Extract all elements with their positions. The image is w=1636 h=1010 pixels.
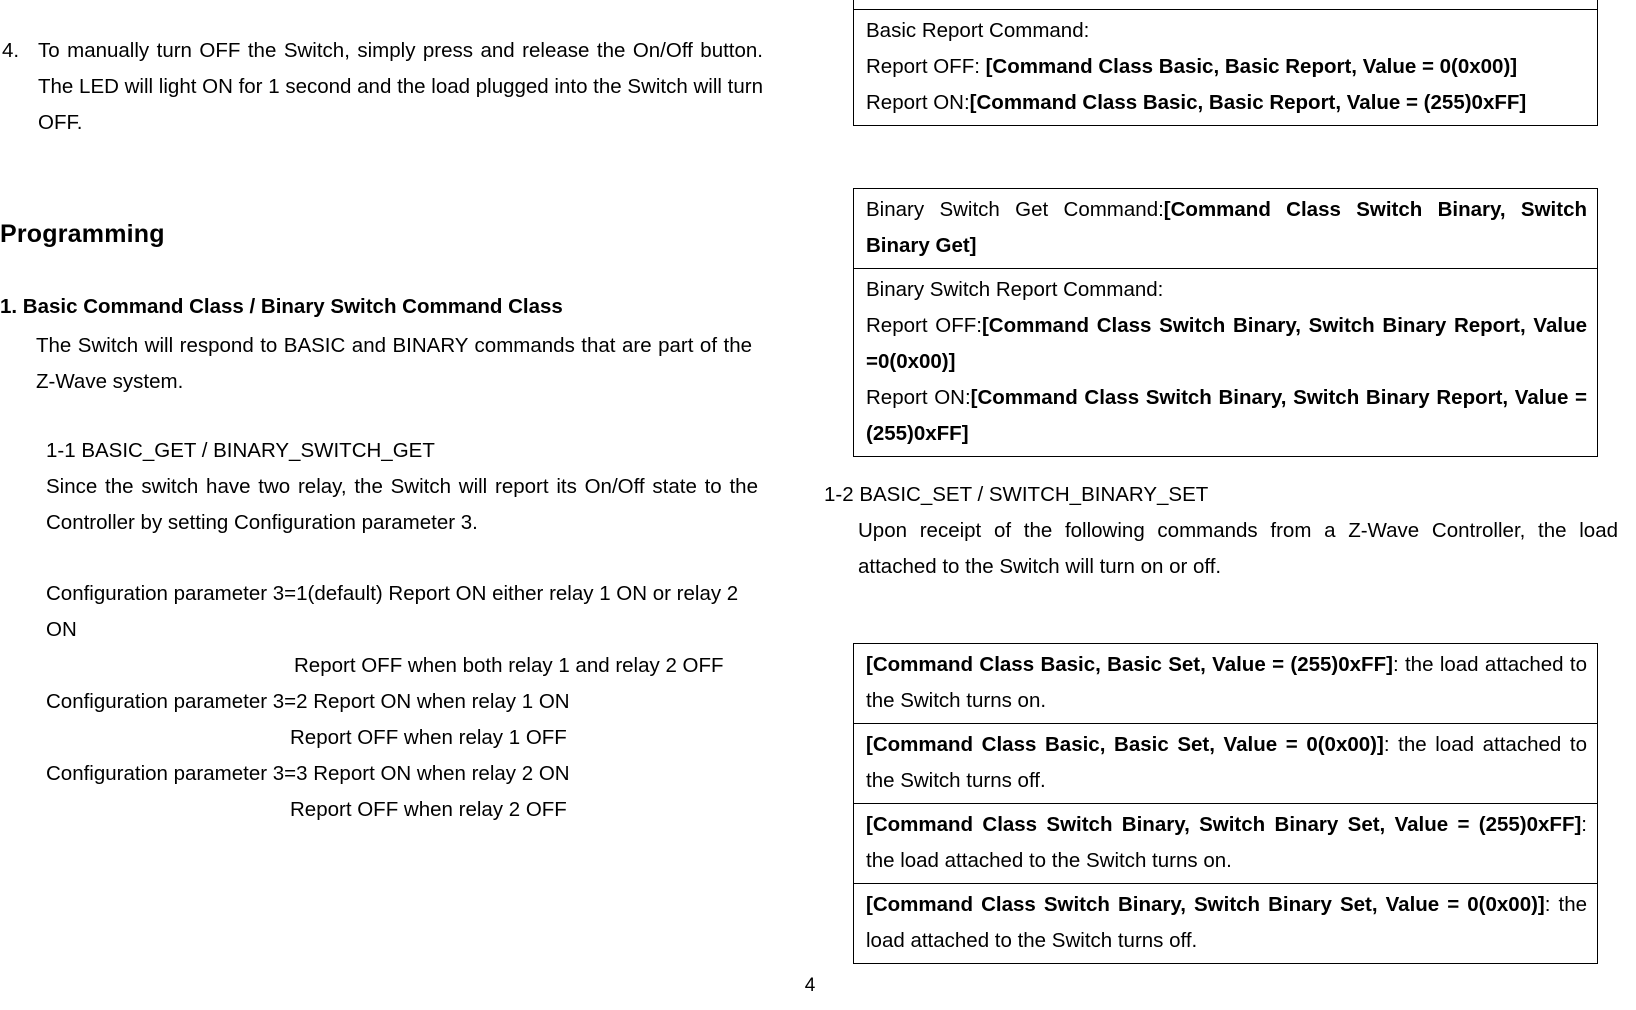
table-row: Binary Switch Get Command:[Command Class… (853, 188, 1598, 269)
config-line-5: Report OFF when relay 1 OFF (290, 726, 567, 749)
config-line-2: ON (46, 618, 77, 641)
page-number: 4 (0, 974, 1636, 998)
subsection-1-1-paragraph: Since the switch have two relay, the Swi… (46, 475, 758, 534)
config-line-6: Configuration parameter 3=3 Report ON wh… (46, 762, 570, 785)
left-column: 4. To manually turn OFF the Switch, simp… (0, 0, 790, 1010)
config-parameter-block: Configuration parameter 3=1(default) Rep… (0, 576, 790, 828)
binary-report-title: Binary Switch Report Command: (866, 278, 1164, 301)
config-line-4: Configuration parameter 3=2 Report ON wh… (46, 690, 570, 713)
subsection-1-2: 1-2 BASIC_SET / SWITCH_BINARY_SET Upon r… (818, 477, 1636, 585)
set-command-1: [Command Class Basic, Basic Set, Value =… (866, 653, 1393, 676)
basic-get-cell: Basic Get Command: [Command Class Basic,… (853, 0, 1598, 10)
basic-report-off-label: Report OFF: (866, 55, 986, 78)
binary-report-off-line: Report OFF:[Command Class Switch Binary,… (866, 308, 1587, 380)
basic-report-title: Basic Report Command: (866, 19, 1090, 42)
basic-report-on-line: Report ON:[Command Class Basic, Basic Re… (866, 85, 1587, 121)
binary-report-on-label: Report ON: (866, 386, 971, 409)
set-command-2: [Command Class Basic, Basic Set, Value =… (866, 733, 1384, 756)
basic-report-off-line: Report OFF: [Command Class Basic, Basic … (866, 49, 1587, 85)
table-row: [Command Class Basic, Basic Set, Value =… (853, 723, 1598, 804)
item-number: 4. (2, 39, 20, 62)
config-line-1: Configuration parameter 3=1(default) Rep… (46, 582, 739, 605)
set-cell-3: [Command Class Switch Binary, Switch Bin… (853, 803, 1598, 884)
config-line-7: Report OFF when relay 2 OFF (290, 798, 567, 821)
section-1-heading: 1. Basic Command Class / Binary Switch C… (0, 295, 563, 318)
binary-report-on-line: Report ON:[Command Class Switch Binary, … (866, 380, 1587, 452)
subsection-1-1-heading: 1-1 BASIC_GET / BINARY_SWITCH_GET (46, 439, 435, 462)
table-row: [Command Class Basic, Basic Set, Value =… (853, 643, 1598, 724)
basic-report-on-command: [Command Class Basic, Basic Report, Valu… (969, 91, 1527, 114)
item-text: To manually turn OFF the Switch, simply … (38, 39, 763, 134)
subsection-1-2-paragraph: Upon receipt of the following commands f… (858, 519, 1618, 578)
binary-report-off-label: Report OFF: (866, 314, 982, 337)
set-cell-1: [Command Class Basic, Basic Set, Value =… (853, 643, 1598, 724)
right-column: Basic Get Command: [Command Class Basic,… (818, 0, 1636, 1010)
table-row: Basic Get Command: [Command Class Basic,… (853, 0, 1598, 10)
config-line-3: Report OFF when both relay 1 and relay 2… (294, 654, 724, 677)
numbered-item-4: 4. To manually turn OFF the Switch, simp… (0, 33, 768, 141)
set-command-4: [Command Class Switch Binary, Switch Bin… (866, 893, 1545, 916)
binary-report-on-command: [Command Class Switch Binary, Switch Bin… (866, 386, 1588, 445)
section-1: 1. Basic Command Class / Binary Switch C… (0, 292, 760, 400)
basic-set-command-table: [Command Class Basic, Basic Set, Value =… (853, 643, 1598, 964)
binary-switch-command-table: Binary Switch Get Command: [Command Class… (853, 188, 1598, 457)
basic-report-on-label: Report ON: (866, 91, 970, 114)
binary-get-cell: Binary Switch Get Command:[Command Class… (853, 188, 1598, 269)
page-title: Programming (0, 220, 165, 248)
document-page: 4. To manually turn OFF the Switch, simp… (0, 0, 1636, 1010)
set-cell-4: [Command Class Switch Binary, Switch Bin… (853, 883, 1598, 964)
table-row: Basic Report Command: Report OFF: [Comma… (853, 9, 1598, 126)
binary-report-cell: Binary Switch Report Command: Report OFF… (853, 268, 1598, 457)
subsection-1-2-heading: 1-2 BASIC_SET / SWITCH_BINARY_SET (824, 483, 1209, 506)
table-row: Binary Switch Report Command: Report OFF… (853, 268, 1598, 457)
basic-command-table: Basic Get Command: [Command Class Basic,… (853, 0, 1598, 126)
basic-report-cell: Basic Report Command: Report OFF: [Comma… (853, 9, 1598, 126)
binary-get-label: Binary Switch Get Command: (866, 198, 1164, 221)
table-row: [Command Class Switch Binary, Switch Bin… (853, 803, 1598, 884)
page-number-value: 4 (804, 975, 816, 996)
subsection-1-1: 1-1 BASIC_GET / BINARY_SWITCH_GET Since … (46, 433, 758, 541)
section-1-paragraph: The Switch will respond to BASIC and BIN… (36, 334, 752, 393)
set-cell-2: [Command Class Basic, Basic Set, Value =… (853, 723, 1598, 804)
table-row: [Command Class Switch Binary, Switch Bin… (853, 883, 1598, 964)
basic-report-off-command: [Command Class Basic, Basic Report, Valu… (985, 55, 1518, 78)
set-command-3: [Command Class Switch Binary, Switch Bin… (866, 813, 1582, 836)
